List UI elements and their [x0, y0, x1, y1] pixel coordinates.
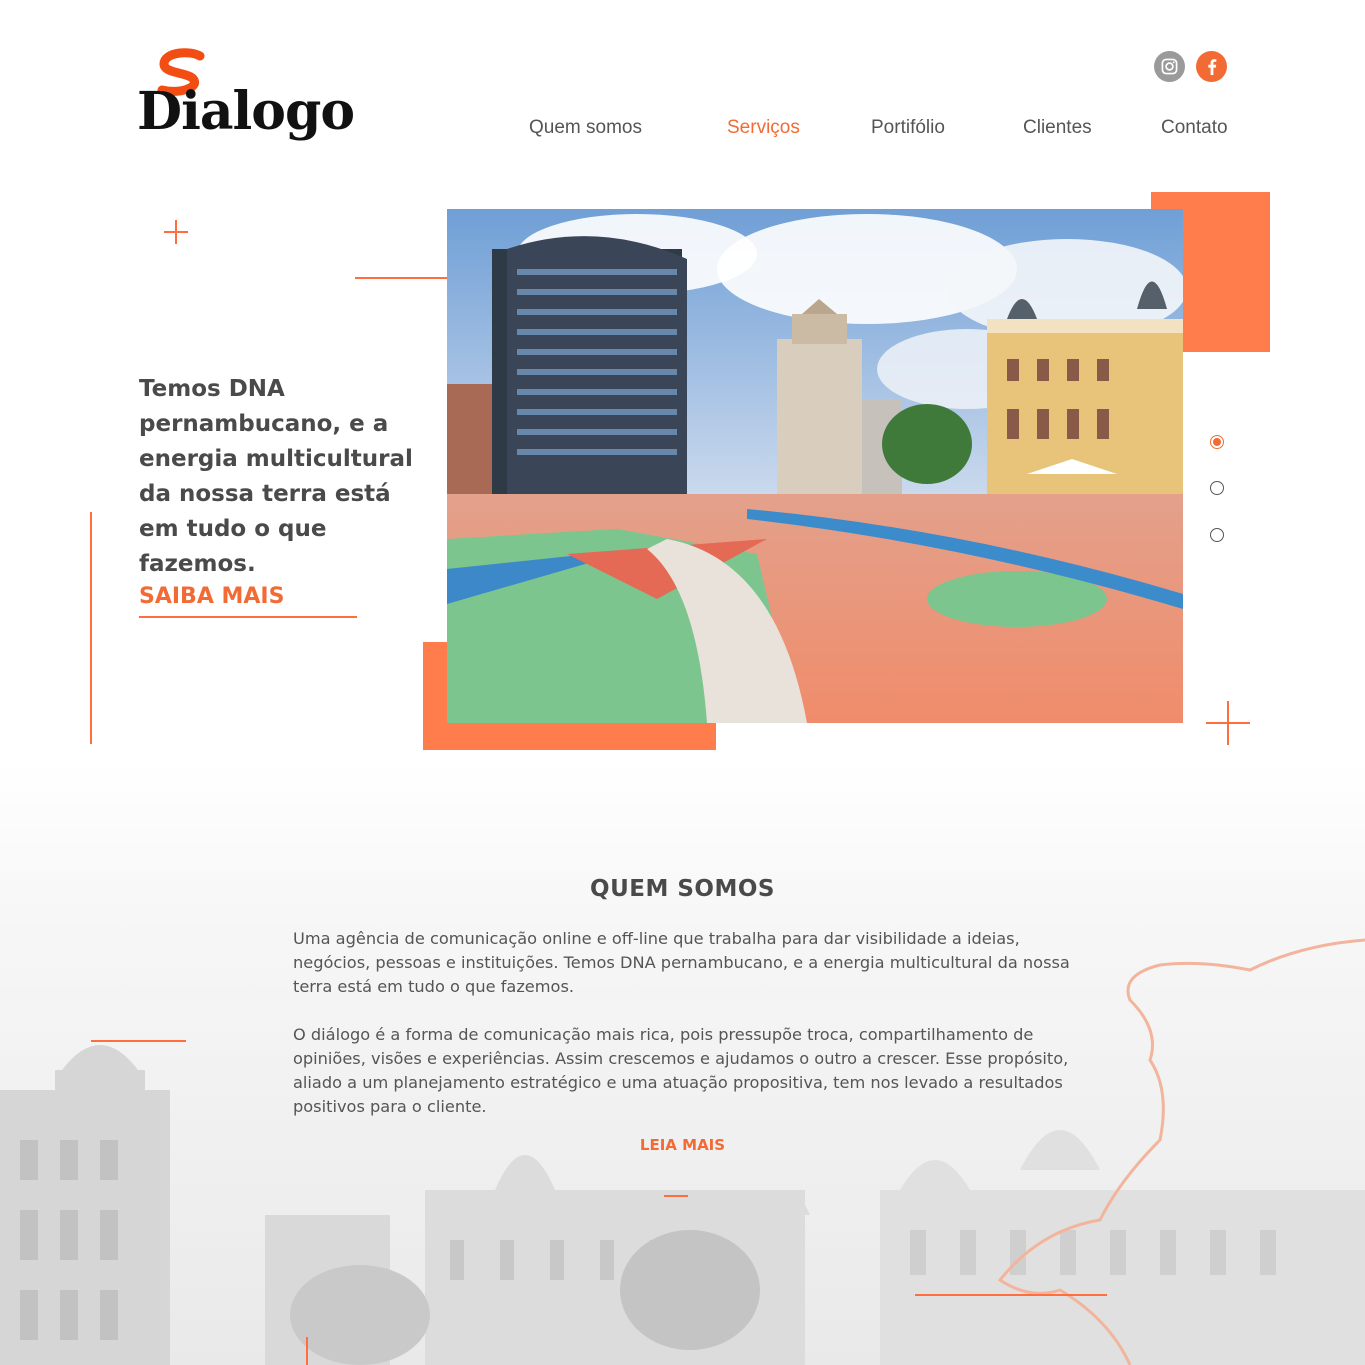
nav-quem-somos[interactable]: Quem somos — [529, 117, 642, 139]
hero-image — [447, 209, 1183, 723]
nav-clientes[interactable]: Clientes — [1023, 117, 1092, 139]
decor-line — [91, 1040, 186, 1042]
instagram-icon — [1161, 58, 1178, 75]
leia-mais-link[interactable]: LEIA MAIS — [0, 1136, 1365, 1154]
logo[interactable]: Dialogo — [137, 82, 355, 142]
saiba-mais-underline — [139, 616, 357, 618]
plus-decoration — [164, 220, 188, 244]
slider-dot-3[interactable] — [1210, 528, 1224, 542]
slider-dot-1[interactable] — [1210, 435, 1224, 449]
facebook-icon — [1207, 58, 1216, 75]
decor-line — [306, 1337, 308, 1365]
plus-decoration — [1206, 701, 1250, 745]
nav-servicos[interactable]: Serviços — [727, 117, 800, 139]
about-paragraph-2: O diálogo é a forma de comunicação mais … — [293, 1025, 1069, 1116]
nav-contato[interactable]: Contato — [1161, 117, 1228, 139]
instagram-link[interactable] — [1154, 51, 1185, 82]
about-paragraph-1: Uma agência de comunicação online e off-… — [293, 929, 1070, 996]
facebook-link[interactable] — [1196, 51, 1227, 82]
section-title: QUEM SOMOS — [590, 876, 775, 902]
nav-portifolio[interactable]: Portifólio — [871, 117, 945, 139]
slider-dot-2[interactable] — [1210, 481, 1224, 495]
decor-line — [90, 512, 92, 744]
hero-headline: Temos DNA pernambucano, e a energia mult… — [139, 376, 413, 577]
decor-line — [915, 1294, 1107, 1296]
leia-mais-underline — [664, 1195, 688, 1197]
saiba-mais-link[interactable]: SAIBA MAIS — [139, 584, 284, 609]
